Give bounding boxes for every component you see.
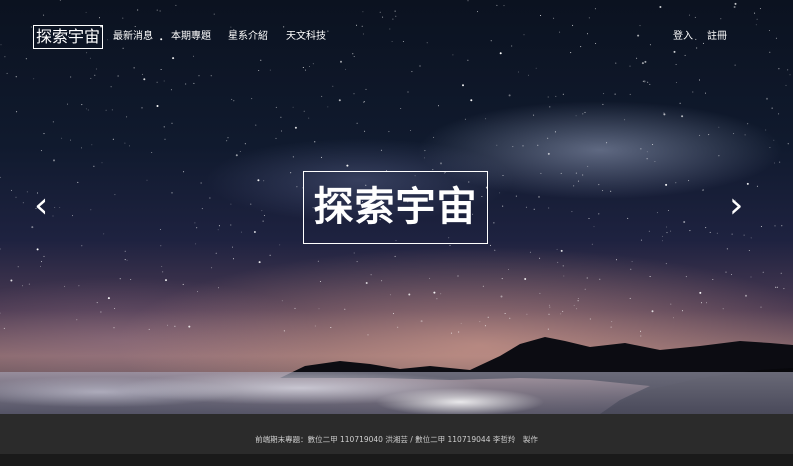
cloud-sea (0, 372, 793, 414)
nav-astro-tech[interactable]: 天文科技 (286, 31, 326, 43)
login-link[interactable]: 登入 (673, 31, 693, 43)
site-logo[interactable]: 探索宇宙 (33, 25, 104, 49)
footer-credits: 前端期末專題：數位二甲 110719040 洪湘芸 / 數位二甲 1107190… (255, 435, 538, 444)
top-nav: 探索宇宙 最新消息 本期專題 星系介紹 天文科技 登入 註冊 (0, 0, 793, 76)
chevron-left-icon[interactable]: ‹ (34, 186, 48, 226)
chevron-right-icon[interactable]: › (729, 186, 743, 226)
hero-title: 探索宇宙 (303, 171, 488, 244)
nav-current-feature[interactable]: 本期專題 (171, 31, 211, 43)
register-link[interactable]: 註冊 (707, 31, 727, 43)
nav-galaxy-intro[interactable]: 星系介紹 (228, 31, 268, 43)
page-footer: 前端期末專題：數位二甲 110719040 洪湘芸 / 數位二甲 1107190… (0, 414, 793, 454)
nav-latest-news[interactable]: 最新消息 (113, 31, 153, 43)
